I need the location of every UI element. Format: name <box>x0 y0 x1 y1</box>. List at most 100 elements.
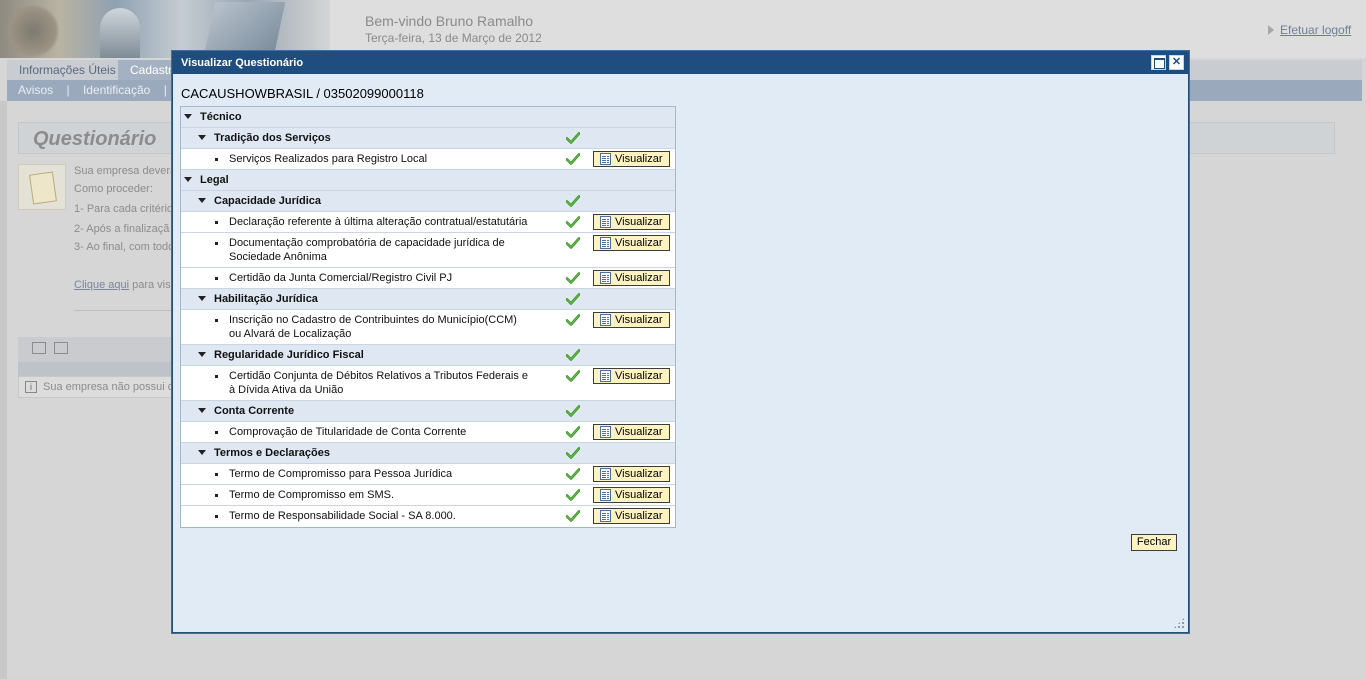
tree-label: Termos e Declarações <box>214 447 330 459</box>
header: Bem-vindo Bruno Ramalho Terça-feira, 13 … <box>0 0 1366 58</box>
collapse-all-icon[interactable] <box>54 342 68 354</box>
triangle-down-icon[interactable] <box>198 450 206 455</box>
checkmark-icon <box>565 194 581 208</box>
document-icon <box>600 237 611 249</box>
checkmark-icon <box>565 131 581 145</box>
logoff-label: Efetuar logoff <box>1280 23 1352 37</box>
visualizar-button[interactable]: Visualizar <box>593 368 670 384</box>
triangle-down-icon[interactable] <box>198 352 206 357</box>
visualizar-label: Visualizar <box>615 510 663 522</box>
tree-label: Habilitação Jurídica <box>214 293 318 305</box>
triangle-down-icon[interactable] <box>198 296 206 301</box>
tree-label: Declaração referente à última alteração … <box>229 216 528 228</box>
tree-label: Técnico <box>200 111 242 123</box>
visualizar-button[interactable]: Visualizar <box>593 270 670 286</box>
bullet-icon <box>215 158 218 161</box>
tree-label: Termo de Compromisso para Pessoa Jurídic… <box>229 468 453 480</box>
tree-label: Termo de Responsabilidade Social - SA 8.… <box>229 510 456 522</box>
tree-section-row[interactable]: Técnico <box>181 107 675 128</box>
checkmark-icon <box>565 313 581 327</box>
document-icon <box>600 370 611 382</box>
intro-line: 2- Após a finalizaçã <box>74 223 170 235</box>
questionnaire-tree: Técnico Tradição dos Serviços Serviços Rea… <box>180 106 676 528</box>
company-heading: CACAUSHOWBRASIL / 03502099000118 <box>181 86 424 101</box>
tree-group-row[interactable]: Habilitação Jurídica <box>181 289 675 310</box>
bullet-icon <box>215 242 218 245</box>
visualizar-button[interactable]: Visualizar <box>593 424 670 440</box>
tree-label: Legal <box>200 174 229 186</box>
checkmark-icon <box>565 271 581 285</box>
tree-group-row[interactable]: Regularidade Jurídico Fiscal <box>181 345 675 366</box>
dialog-title: Visualizar Questionário <box>173 52 1188 74</box>
document-icon <box>600 510 611 522</box>
subnav-identificacao[interactable]: Identificação <box>83 83 150 97</box>
info-icon: i <box>25 381 37 393</box>
tree-group-row[interactable]: Conta Corrente <box>181 401 675 422</box>
triangle-down-icon[interactable] <box>198 198 206 203</box>
checkmark-icon <box>565 236 581 250</box>
date-text: Terça-feira, 13 de Março de 2012 <box>365 31 542 45</box>
bullet-icon <box>215 319 218 322</box>
triangle-down-icon[interactable] <box>198 135 206 140</box>
expand-all-icon[interactable] <box>32 342 46 354</box>
visualizar-button[interactable]: Visualizar <box>593 235 670 251</box>
triangle-down-icon[interactable] <box>184 114 192 119</box>
tree-group-row[interactable]: Termos e Declarações <box>181 443 675 464</box>
intro-line: Como proceder: <box>74 183 153 195</box>
bullet-icon <box>215 515 218 518</box>
intro-line: 3- Ao final, com todo <box>74 241 175 253</box>
arrow-right-icon <box>1268 25 1274 35</box>
tree-item-row: Documentação comprobatória de capacidade… <box>181 233 675 268</box>
visualizar-button[interactable]: Visualizar <box>593 508 670 524</box>
visualizar-label: Visualizar <box>615 489 663 501</box>
checkmark-icon <box>565 369 581 383</box>
checkmark-icon <box>565 425 581 439</box>
document-icon <box>600 272 611 284</box>
bullet-icon <box>215 221 218 224</box>
resize-grip-icon[interactable] <box>1173 617 1185 629</box>
tree-label: Comprovação de Titularidade de Conta Cor… <box>229 426 467 438</box>
tree-item-row: Certidão Conjunta de Débitos Relativos a… <box>181 366 675 401</box>
clique-aqui-link[interactable]: Clique aqui <box>74 279 129 291</box>
fechar-button[interactable]: Fechar <box>1131 534 1177 551</box>
checkmark-icon <box>565 292 581 306</box>
tree-label: Termo de Compromisso em SMS. <box>229 489 395 501</box>
tree-section-row[interactable]: Legal <box>181 170 675 191</box>
intro-line: 1- Para cada critério <box>74 203 174 215</box>
visualizar-label: Visualizar <box>615 370 663 382</box>
visualizar-label: Visualizar <box>615 237 663 249</box>
checkmark-icon <box>565 348 581 362</box>
visualizar-button[interactable]: Visualizar <box>593 312 670 328</box>
tree-item-row: Termo de Responsabilidade Social - SA 8.… <box>181 506 675 527</box>
subnav-separator: | <box>163 83 167 97</box>
document-icon <box>600 314 611 326</box>
subnav-avisos[interactable]: Avisos <box>18 83 53 97</box>
visualizar-button[interactable]: Visualizar <box>593 151 670 167</box>
checkmark-icon <box>565 446 581 460</box>
tree-group-row[interactable]: Capacidade Jurídica <box>181 191 675 212</box>
intro-line: Sua empresa devera <box>74 165 177 177</box>
visualizar-questionario-dialog: Visualizar Questionário ✕ CACAUSHOWBRASI… <box>172 51 1189 633</box>
help-line: Clique aqui para visu <box>74 279 177 291</box>
tree-label: Regularidade Jurídico Fiscal <box>214 349 364 361</box>
table-row: i Sua empresa não possui q <box>18 376 178 398</box>
logoff-link[interactable]: Efetuar logoff <box>1268 23 1351 37</box>
tree-item-row: Inscrição no Cadastro de Contribuintes d… <box>181 310 675 345</box>
checkmark-icon <box>565 488 581 502</box>
checkmark-icon <box>565 509 581 523</box>
tab-informacoes-uteis[interactable]: Informações Úteis <box>7 60 128 80</box>
triangle-down-icon[interactable] <box>184 177 192 182</box>
tree-group-row[interactable]: Tradição dos Serviços <box>181 128 675 149</box>
banner-image <box>0 0 330 58</box>
visualizar-button[interactable]: Visualizar <box>593 214 670 230</box>
visualizar-button[interactable]: Visualizar <box>593 466 670 482</box>
maximize-button[interactable] <box>1151 55 1166 70</box>
bullet-icon <box>215 277 218 280</box>
tree-item-row: Termo de Compromisso para Pessoa Jurídic… <box>181 464 675 485</box>
close-button[interactable]: ✕ <box>1169 55 1184 70</box>
visualizar-button[interactable]: Visualizar <box>593 487 670 503</box>
triangle-down-icon[interactable] <box>198 408 206 413</box>
bullet-icon <box>215 431 218 434</box>
tree-label: Documentação comprobatória de capacidade… <box>229 237 505 263</box>
visualizar-label: Visualizar <box>615 216 663 228</box>
